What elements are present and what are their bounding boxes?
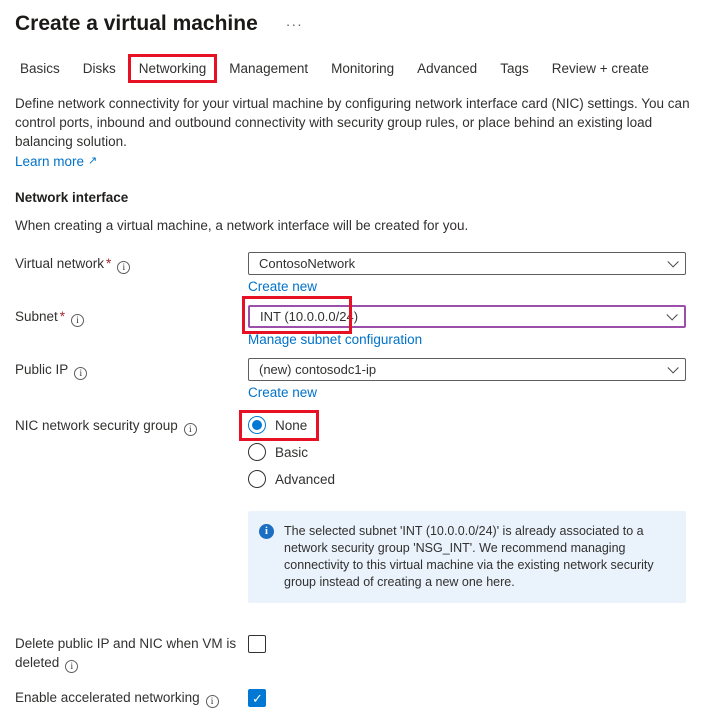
more-options-icon[interactable]: ··· — [286, 16, 303, 32]
delete-ip-checkbox[interactable] — [248, 635, 266, 653]
tab-basics[interactable]: Basics — [20, 58, 60, 79]
networking-form: Virtual network* ContosoNetwork Create n… — [0, 252, 711, 708]
chevron-down-icon — [667, 361, 679, 374]
required-asterisk: * — [106, 256, 112, 271]
create-new-ip-link[interactable]: Create new — [248, 385, 317, 400]
nic-nsg-row: NIC network security group None Basic Ad… — [0, 410, 711, 497]
radio-button[interactable] — [248, 470, 266, 488]
delete-ip-row: Delete public IP and NIC when VM is dele… — [0, 634, 711, 673]
subnet-row: Subnet* INT (10.0.0.0/24) Manage subnet … — [0, 296, 711, 349]
intro-text: Define network connectivity for your vir… — [15, 96, 690, 149]
info-icon[interactable] — [205, 695, 219, 708]
tab-networking[interactable]: Networking — [127, 54, 218, 83]
required-asterisk: * — [59, 309, 66, 324]
tab-bar: Basics Disks Networking Management Monit… — [20, 54, 711, 83]
nic-nsg-radio-group: None Basic Advanced — [239, 410, 686, 497]
public-ip-label: Public IP — [15, 358, 248, 402]
info-icon[interactable] — [65, 660, 79, 673]
public-ip-row: Public IP (new) contosodc1-ip Create new — [0, 358, 711, 402]
subnet-value: INT (10.0.0.0/24) — [260, 309, 359, 324]
radio-button[interactable] — [248, 443, 266, 461]
tab-management[interactable]: Management — [229, 58, 308, 79]
radio-button[interactable] — [248, 416, 266, 434]
public-ip-value: (new) contosodc1-ip — [259, 362, 377, 377]
radio-option-advanced[interactable]: Advanced — [248, 470, 686, 488]
accel-networking-row: Enable accelerated networking — [0, 688, 711, 708]
virtual-network-value: ContosoNetwork — [259, 256, 356, 271]
info-icon[interactable] — [74, 367, 88, 380]
manage-subnet-link[interactable]: Manage subnet configuration — [248, 332, 422, 347]
page-title: Create a virtual machine — [15, 12, 258, 35]
subnet-dropdown[interactable]: INT (10.0.0.0/24) — [248, 305, 686, 328]
subnet-nsg-info-box: The selected subnet 'INT (10.0.0.0/24)' … — [248, 511, 686, 603]
virtual-network-label: Virtual network * — [15, 252, 248, 296]
external-link-icon: ↗ — [88, 155, 98, 167]
info-box-text: The selected subnet 'INT (10.0.0.0/24)' … — [284, 524, 654, 589]
info-icon — [259, 524, 274, 539]
page-header: Create a virtual machine ··· — [0, 0, 711, 36]
info-icon[interactable] — [71, 314, 85, 327]
info-icon[interactable] — [183, 423, 197, 436]
section-subtitle: When creating a virtual machine, a netwo… — [15, 218, 469, 233]
chevron-down-icon — [666, 308, 678, 321]
tab-monitoring[interactable]: Monitoring — [331, 58, 394, 79]
info-icon[interactable] — [117, 261, 131, 274]
create-vm-page: Create a virtual machine ··· Basics Disk… — [0, 0, 711, 719]
chevron-down-icon — [667, 255, 679, 268]
tab-tags[interactable]: Tags — [500, 58, 529, 79]
radio-option-none[interactable]: None — [239, 410, 686, 441]
section-title: Network interface — [15, 190, 129, 205]
public-ip-dropdown[interactable]: (new) contosodc1-ip — [248, 358, 686, 381]
create-new-vnet-link[interactable]: Create new — [248, 279, 317, 294]
learn-more-link[interactable]: Learn more — [15, 154, 84, 169]
virtual-network-dropdown[interactable]: ContosoNetwork — [248, 252, 686, 275]
subnet-label: Subnet * — [15, 305, 248, 349]
tab-review-create[interactable]: Review + create — [552, 58, 649, 79]
tab-advanced[interactable]: Advanced — [417, 58, 477, 79]
delete-ip-label: Delete public IP and NIC when VM is dele… — [15, 634, 248, 673]
accel-networking-checkbox[interactable] — [248, 689, 266, 707]
accel-networking-label: Enable accelerated networking — [15, 688, 248, 708]
radio-option-basic[interactable]: Basic — [248, 443, 686, 461]
nic-nsg-label: NIC network security group — [15, 414, 248, 497]
tab-disks[interactable]: Disks — [83, 58, 116, 79]
virtual-network-row: Virtual network* ContosoNetwork Create n… — [0, 252, 711, 296]
